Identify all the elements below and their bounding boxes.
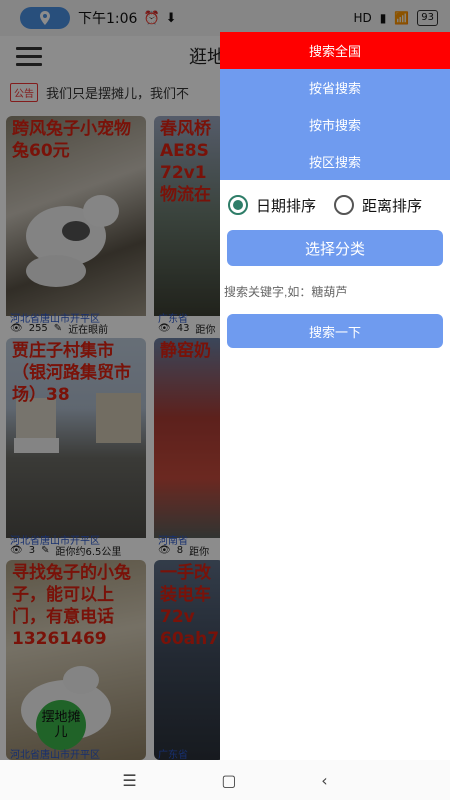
sort-date-label[interactable]: 日期排序 <box>256 195 316 216</box>
recent-apps-icon[interactable]: ☰ <box>122 771 136 790</box>
menu-search-province[interactable]: 按省搜索 <box>220 69 450 106</box>
search-button[interactable]: 搜索一下 <box>227 314 443 348</box>
search-drawer: 搜索全国 按省搜索 按市搜索 按区搜索 日期排序 距离排序 选择分类 搜索一下 <box>220 32 450 760</box>
back-icon[interactable]: ‹ <box>321 771 327 790</box>
system-nav-bar: ☰ ▢ ‹ <box>0 760 450 800</box>
sort-distance-label[interactable]: 距离排序 <box>362 195 422 216</box>
sort-distance-radio[interactable] <box>334 195 355 215</box>
home-icon[interactable]: ▢ <box>221 771 236 790</box>
menu-search-district[interactable]: 按区搜索 <box>220 143 450 180</box>
select-category-button[interactable]: 选择分类 <box>227 230 443 266</box>
keyword-search-input[interactable] <box>224 280 444 304</box>
menu-search-nationwide[interactable]: 搜索全国 <box>220 32 450 69</box>
sort-date-radio[interactable] <box>228 195 248 215</box>
menu-search-city[interactable]: 按市搜索 <box>220 106 450 143</box>
sort-options: 日期排序 距离排序 <box>220 192 450 218</box>
